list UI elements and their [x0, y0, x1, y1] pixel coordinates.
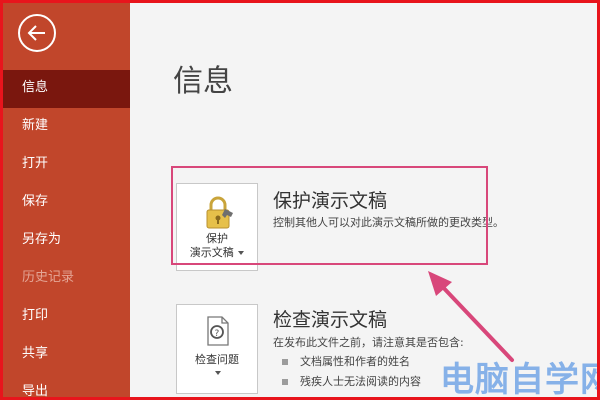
annotation-arrow [428, 271, 514, 362]
